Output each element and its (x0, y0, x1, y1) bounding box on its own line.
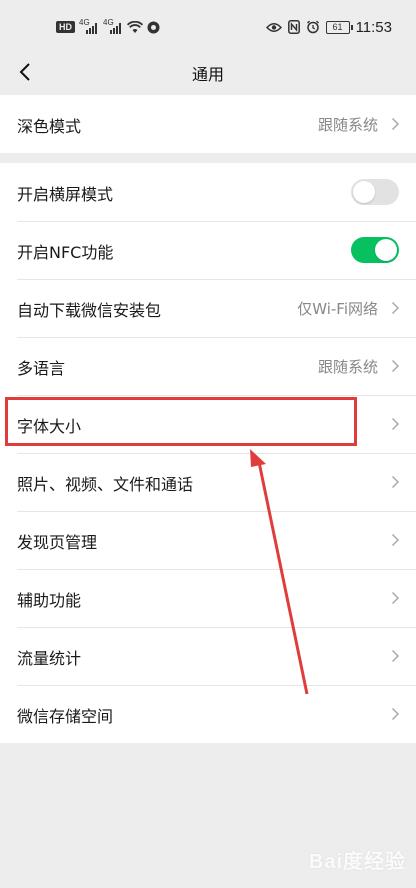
hd-badge: HD (56, 21, 75, 33)
nfc-icon (287, 20, 300, 34)
setting-label: 开启横屏模式 (17, 185, 114, 204)
signal-icon: 4G (103, 18, 123, 34)
setting-label: 深色模式 (17, 117, 82, 136)
watermark-text: Bai度经验 (308, 851, 406, 873)
setting-accessibility[interactable]: 辅助功能 (0, 569, 416, 627)
signal-icon: 4G (79, 18, 99, 34)
setting-storage[interactable]: 微信存储空间 (0, 685, 416, 743)
chevron-right-icon (391, 707, 400, 721)
nfc-toggle[interactable] (351, 237, 399, 263)
nav-header: 通用 (0, 52, 416, 92)
status-right: 61 11:53 (265, 17, 392, 37)
setting-auto-download[interactable]: 自动下载微信安装包 仅Wi-Fi网络 (0, 279, 416, 337)
setting-label: 多语言 (17, 359, 66, 378)
chevron-right-icon (391, 359, 400, 373)
watermark: Bai度经验 (309, 845, 406, 874)
setting-value: 仅Wi-Fi网络 (297, 300, 378, 318)
alarm-icon (306, 20, 319, 34)
chevron-right-icon (391, 591, 400, 605)
setting-data-usage[interactable]: 流量统计 (0, 627, 416, 685)
chevron-right-icon (391, 301, 400, 315)
chevron-right-icon (391, 649, 400, 663)
setting-landscape-mode: 开启横屏模式 (0, 163, 416, 221)
settings-group-display: 深色模式 跟随系统 (0, 95, 416, 153)
chevron-right-icon (391, 533, 400, 547)
status-bar: HD 4G 4G 61 11:53 (0, 0, 416, 52)
setting-dark-mode[interactable]: 深色模式 跟随系统 (0, 95, 416, 153)
settings-group-general: 开启横屏模式 开启NFC功能 自动下载微信安装包 仅Wi-Fi网络 多语言 跟随… (0, 163, 416, 743)
toggle-knob (353, 181, 375, 203)
setting-label: 辅助功能 (17, 591, 82, 610)
setting-value: 跟随系统 (317, 116, 378, 134)
battery-icon: 61 (325, 20, 353, 34)
status-time: 11:53 (355, 18, 392, 36)
page-title: 通用 (191, 65, 224, 84)
setting-label: 照片、视频、文件和通话 (17, 475, 194, 494)
setting-discover-management[interactable]: 发现页管理 (0, 511, 416, 569)
highlight-box (5, 397, 357, 446)
setting-label: 发现页管理 (17, 533, 98, 552)
app-notification-icon (147, 21, 160, 33)
setting-nfc: 开启NFC功能 (0, 221, 416, 279)
setting-language[interactable]: 多语言 跟随系统 (0, 337, 416, 395)
wifi-icon (127, 20, 143, 33)
setting-value: 跟随系统 (317, 358, 378, 376)
toggle-knob (375, 239, 397, 261)
setting-label: 微信存储空间 (17, 707, 114, 726)
status-left: HD 4G 4G (56, 18, 160, 35)
chevron-right-icon (391, 475, 400, 489)
chevron-right-icon (391, 117, 400, 131)
setting-label: 开启NFC功能 (17, 243, 114, 262)
landscape-toggle[interactable] (351, 179, 399, 205)
eye-comfort-icon (265, 22, 282, 32)
chevron-right-icon (391, 417, 400, 431)
setting-media-files-calls[interactable]: 照片、视频、文件和通话 (0, 453, 416, 511)
setting-label: 自动下载微信安装包 (17, 301, 162, 320)
setting-label: 流量统计 (17, 649, 82, 668)
